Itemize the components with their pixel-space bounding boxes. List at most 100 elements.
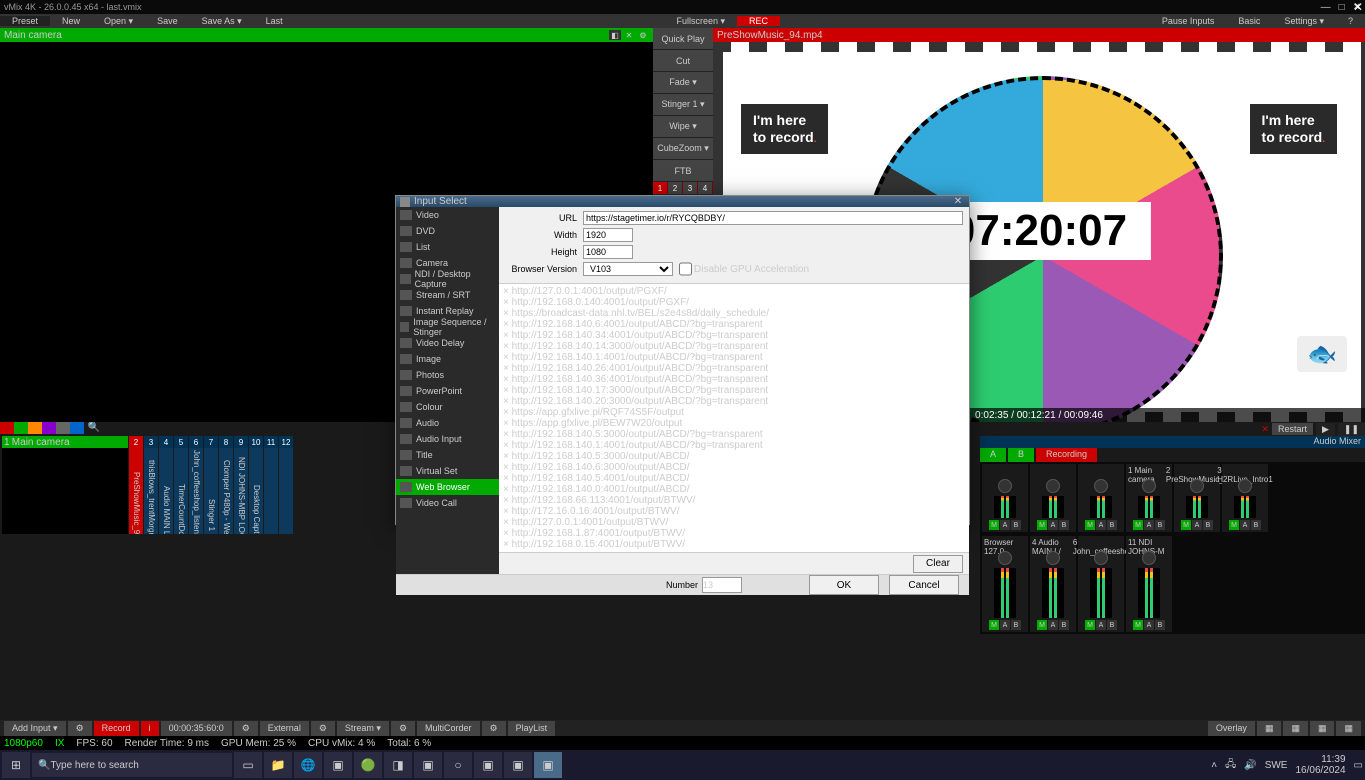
mixer-tab-rec[interactable]: Recording	[1036, 448, 1097, 462]
palette-grey[interactable]	[56, 422, 70, 434]
gear-icon[interactable]	[1238, 479, 1252, 493]
gear-icon[interactable]	[998, 479, 1012, 493]
foot-right-btn[interactable]: ▦	[1257, 721, 1282, 736]
cat-audio-input[interactable]: Audio Input	[396, 431, 499, 447]
cat-ndi-desktop-capture[interactable]: NDI / Desktop Capture	[396, 271, 499, 287]
url-input[interactable]	[583, 211, 963, 225]
palette-green[interactable]	[14, 422, 28, 434]
menu-basic[interactable]: Basic	[1226, 16, 1272, 26]
chrome-icon[interactable]: 🌐	[294, 752, 322, 778]
channel-Browser 127.0.[interactable]: Browser 127.0.MAB	[982, 536, 1028, 632]
channel-[interactable]: MAB	[982, 464, 1028, 532]
mixer-restart[interactable]: Restart	[1272, 423, 1313, 435]
history-item[interactable]: × http://172.16.0.16:4001/output/BTWV/	[503, 506, 965, 517]
history-item[interactable]: × http://192.168.140.17:3000/output/ABCD…	[503, 385, 965, 396]
start-button[interactable]: ⊞	[2, 752, 30, 778]
overlay-3[interactable]: 3	[683, 182, 698, 194]
explorer-icon[interactable]: 📁	[264, 752, 292, 778]
cat-image[interactable]: Image	[396, 351, 499, 367]
menu-open[interactable]: Open ▾	[92, 16, 145, 27]
cat-virtual-set[interactable]: Virtual Set	[396, 463, 499, 479]
history-item[interactable]: × http://192.168.140.5:3000/output/ABCD/	[503, 451, 965, 462]
tray-net-icon[interactable]: 🖧	[1225, 757, 1236, 774]
trans-cut[interactable]: Cut	[653, 50, 713, 72]
foot--[interactable]: ⚙	[391, 721, 415, 736]
history-item[interactable]: × http://127.0.0.1:4001/output/PGXF/	[503, 286, 965, 297]
preview-opt-icon[interactable]: ✕	[623, 30, 635, 40]
history-item[interactable]: × http://192.168.140.1:4001/output/ABCD/…	[503, 352, 965, 363]
gear-icon[interactable]	[1046, 551, 1060, 565]
number-input[interactable]	[702, 577, 742, 593]
history-item[interactable]: × https://app.gfxlive.pl/RQF74S5F/output	[503, 407, 965, 418]
app-icon-3[interactable]: ▣	[414, 752, 442, 778]
trans-stinger[interactable]: Stinger 1 ▾	[653, 94, 713, 116]
foot-right-btn[interactable]: ▦	[1336, 721, 1361, 736]
menu-help[interactable]: ?	[1336, 16, 1365, 26]
cat-title[interactable]: Title	[396, 447, 499, 463]
maximize-icon[interactable]: □	[1339, 2, 1345, 13]
history-item[interactable]: × http://192.168.140.0:4001/output/ABCD/	[503, 484, 965, 495]
cat-video-delay[interactable]: Video Delay	[396, 335, 499, 351]
trans-fade[interactable]: Fade ▾	[653, 72, 713, 94]
tray-lang[interactable]: SWE	[1265, 760, 1288, 771]
app-icon-5[interactable]: ▣	[504, 752, 532, 778]
history-item[interactable]: × http://192.168.140.26:4001/output/ABCD…	[503, 363, 965, 374]
menu-fullscreen[interactable]: Fullscreen ▾	[664, 16, 737, 27]
channel-11[interactable]: 11 NDI JOHNS-MMAB	[1126, 536, 1172, 632]
cancel-button[interactable]: Cancel	[889, 575, 959, 595]
foot--[interactable]: ⚙	[68, 721, 92, 736]
foot--[interactable]: ⚙	[234, 721, 258, 736]
vmix-icon[interactable]: ▣	[534, 752, 562, 778]
history-item[interactable]: × https://broadcast-data.nhl.tv/BEL/s2e4…	[503, 308, 965, 319]
menu-saveas[interactable]: Save As ▾	[190, 16, 254, 27]
clear-button[interactable]: Clear	[913, 555, 963, 573]
history-item[interactable]: × https://app.gfxlive.pl/BEW7W20/output	[503, 418, 965, 429]
channel-[interactable]: MAB	[1030, 464, 1076, 532]
history-item[interactable]: × http://192.168.140.1:4001/output/ABCD/…	[503, 440, 965, 451]
channel-6[interactable]: 6 John_coffeeshoMAB	[1078, 536, 1124, 632]
menu-rec[interactable]: REC	[737, 16, 780, 26]
foot-multicorder[interactable]: MultiCorder	[417, 721, 480, 736]
foot--[interactable]: ⚙	[482, 721, 506, 736]
foot-playlist[interactable]: PlayList	[508, 721, 556, 736]
app-icon-4[interactable]: ▣	[474, 752, 502, 778]
cat-powerpoint[interactable]: PowerPoint	[396, 383, 499, 399]
history-item[interactable]: × http://192.168.140.5:3000/output/ABCD/…	[503, 429, 965, 440]
foot-stream-[interactable]: Stream ▾	[337, 721, 389, 736]
mixer-close-icon[interactable]: ✕	[1261, 424, 1269, 435]
preview-cog-icon[interactable]: ◧	[609, 30, 621, 40]
history-item[interactable]: × http://192.168.140.20:3000/output/ABCD…	[503, 396, 965, 407]
menu-pause-inputs[interactable]: Pause Inputs	[1150, 16, 1227, 26]
foot--[interactable]: ⚙	[311, 721, 335, 736]
foot-right-btn[interactable]: Overlay	[1208, 721, 1255, 736]
mixer-play-icon[interactable]: ▶	[1316, 423, 1335, 436]
palette-red[interactable]	[0, 422, 14, 434]
trans-quickplay[interactable]: Quick Play	[653, 28, 713, 50]
gear-icon[interactable]	[1142, 479, 1156, 493]
channel-4[interactable]: 4 Audio MAIN L/MAB	[1030, 536, 1076, 632]
foot-record[interactable]: Record	[94, 721, 139, 736]
foot-i[interactable]: i	[141, 721, 159, 736]
vscode-icon[interactable]: ◨	[384, 752, 412, 778]
palette-orange[interactable]	[28, 422, 42, 434]
foot-right-btn[interactable]: ▦	[1310, 721, 1335, 736]
gear-icon[interactable]	[1046, 479, 1060, 493]
gear-icon[interactable]	[1094, 479, 1108, 493]
history-item[interactable]: × http://192.168.140.14:3000/output/ABCD…	[503, 341, 965, 352]
history-item[interactable]: × http://192.168.0.15:4001/output/BTWV/	[503, 539, 965, 550]
gear-icon[interactable]	[1190, 479, 1204, 493]
taskview-icon[interactable]: ▭	[234, 752, 262, 778]
cat-colour[interactable]: Colour	[396, 399, 499, 415]
cat-audio[interactable]: Audio	[396, 415, 499, 431]
ok-button[interactable]: OK	[809, 575, 879, 595]
palette-blue[interactable]	[70, 422, 84, 434]
menu-last[interactable]: Last	[254, 16, 295, 26]
foot-add-input-[interactable]: Add Input ▾	[4, 721, 66, 736]
history-item[interactable]: × http://127.0.0.1:4001/output/BTWV/	[503, 517, 965, 528]
dialog-close-icon[interactable]: ✕	[951, 196, 965, 207]
cat-dvd[interactable]: DVD	[396, 223, 499, 239]
minimize-icon[interactable]: ―	[1321, 2, 1331, 13]
program-close-icon[interactable]: ✕	[1353, 0, 1363, 14]
search-input[interactable]: 🔍 Type here to search	[32, 753, 232, 777]
channel-3[interactable]: 3 H2RLive_Intro1MAB	[1222, 464, 1268, 532]
